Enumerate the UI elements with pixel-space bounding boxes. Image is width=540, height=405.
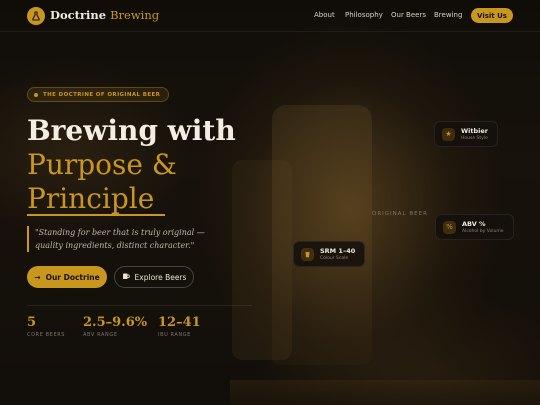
visit-us-button[interactable]: Visit Us [471,8,513,23]
stat-ibu-range-label: IBU RANGE [158,332,192,338]
beer-mug-icon [122,272,130,282]
witbier-card-title: Witbier [461,126,488,135]
brand-name-primary: Doctrine [50,8,107,22]
nav-link-our-beers[interactable]: Our Beers [391,11,426,19]
witbier-card-subtitle: House Style [461,135,488,141]
beer-glass-secondary-image [232,160,292,360]
eyebrow-text: THE DOCTRINE OF ORIGINAL BEER [43,91,161,98]
star-icon: ★ [442,127,455,141]
flask-logo-icon[interactable] [27,7,45,25]
percent-icon: % [443,220,456,234]
quote-bar [27,226,29,252]
explore-beers-label: Explore Beers [134,272,187,282]
explore-beers-button[interactable]: Explore Beers [114,266,194,288]
stat-ibu-range-value: 12–41 [158,315,201,330]
srm-card-title: SRM 1–40 [320,246,356,255]
brand-name[interactable]: Doctrine Brewing [50,8,159,22]
title-underline [27,214,165,216]
abv-card-title: ABV % [462,219,486,228]
nav-link-brewing[interactable]: Brewing [434,11,462,19]
our-doctrine-button[interactable]: → Our Doctrine [27,266,107,288]
quote-line-2: quality ingredients, distinct character.… [35,241,195,250]
arrow-right-icon: → [34,272,41,282]
stats-divider [27,305,252,306]
srm-card: SRM 1–40 Colour Scale [293,241,366,267]
bar-counter-image [230,380,540,405]
abv-card: % ABV % Alcohol by Volume [435,214,514,240]
nav-link-about[interactable]: About [314,11,335,19]
brand-name-accent: Brewing [110,8,160,22]
hero-title-line-2: Purpose & [27,148,177,181]
our-doctrine-label: Our Doctrine [45,272,100,282]
top-navigation-bar: Doctrine Brewing About Philosophy Our Be… [0,0,540,32]
srm-card-subtitle: Colour Scale [320,255,349,261]
abv-card-subtitle: Alcohol by Volume [462,228,504,234]
witbier-card: ★ Witbier House Style [434,121,498,147]
stat-abv-range-value: 2.5–9.6% [83,315,148,330]
stat-abv-range-label: ABV RANGE [83,332,118,338]
eyebrow-badge: THE DOCTRINE OF ORIGINAL BEER [27,87,170,102]
original-beer-label: ORIGINAL BEER [372,211,428,217]
dot-icon [34,92,38,97]
nav-link-philosophy[interactable]: Philosophy [345,11,383,19]
hero-quote: "Standing for beer that is truly origina… [35,226,205,252]
quote-line-1: "Standing for beer that is truly origina… [35,228,205,237]
stat-core-beers-value: 5 [27,315,37,330]
glass-icon [301,247,314,261]
hero-title-line-3: Principle [27,182,155,215]
stat-core-beers-label: CORE BEERS [27,332,66,338]
hero-title-line-1: Brewing with [27,114,236,147]
